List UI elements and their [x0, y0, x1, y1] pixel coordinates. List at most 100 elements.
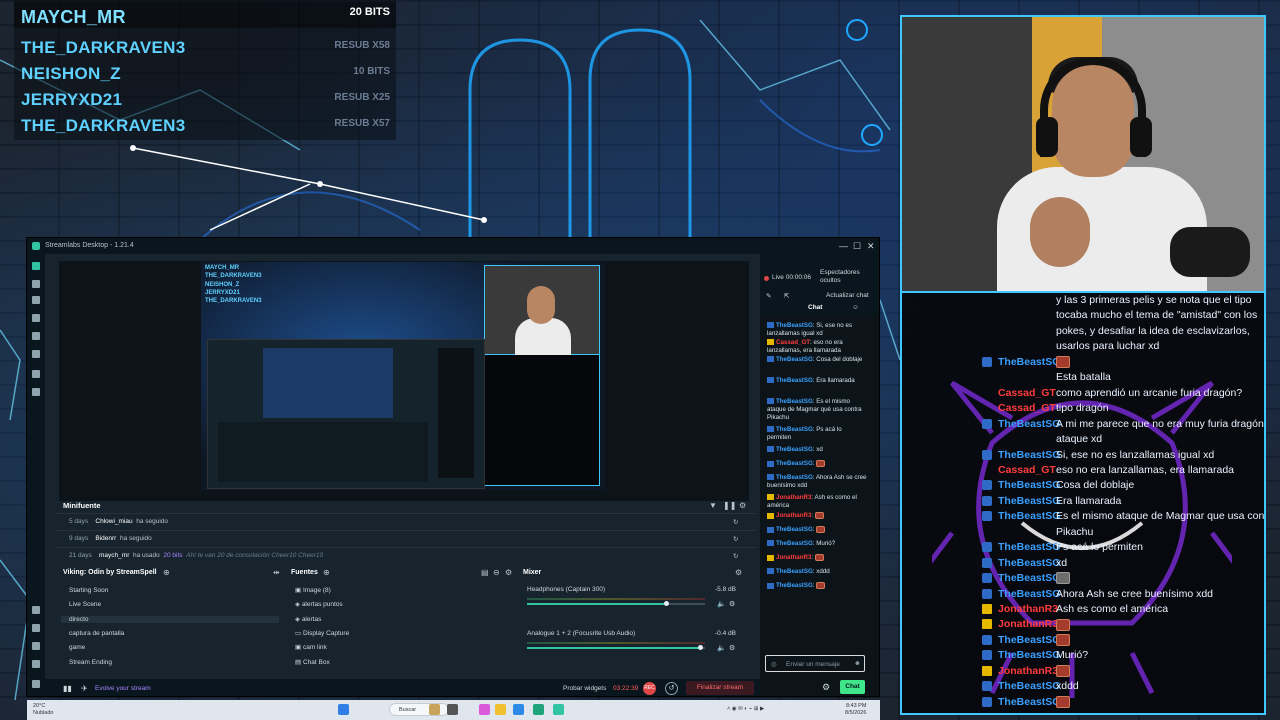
ultra-icon[interactable] [32, 606, 40, 614]
source-settings-icon[interactable]: ⚙ [505, 568, 512, 577]
chat-username[interactable]: JonathanR3 [776, 494, 811, 501]
close-icon[interactable]: ✕ [867, 241, 875, 252]
chat-username[interactable]: TheBeastSG [998, 540, 1060, 555]
chat-username[interactable]: TheBeastSG [998, 417, 1060, 432]
add-scene-icon[interactable]: ⊕ [163, 568, 170, 577]
chat-gear-icon[interactable]: ⚙ [822, 682, 830, 693]
source-item[interactable]: ▣ cam link [295, 643, 327, 651]
source-item[interactable]: ◈ alertas [295, 615, 321, 623]
speaker-icon[interactable]: 🔈 [717, 600, 726, 608]
chat-username[interactable]: TheBeastSG [776, 446, 813, 453]
emote-picker-icon[interactable]: ☻ [854, 660, 861, 667]
chat-username[interactable]: TheBeastSG [776, 398, 813, 405]
edge-icon[interactable] [533, 704, 544, 715]
scene-item[interactable]: Starting Soon [61, 587, 279, 594]
chat-username[interactable]: TheBeastSG [776, 582, 813, 589]
weather-widget[interactable]: 20°C Nublado [33, 703, 54, 716]
chat-username[interactable]: JonathanR3 [998, 617, 1058, 632]
tools-icon[interactable] [32, 314, 40, 322]
chat-username[interactable]: JonathanR3 [998, 602, 1058, 617]
refresh-chat-link[interactable]: Actualizar chat [826, 292, 869, 299]
chat-username[interactable]: TheBeastSG [776, 474, 813, 481]
file-explorer-icon[interactable] [495, 704, 506, 715]
widgets-icon[interactable] [429, 704, 440, 715]
help-icon[interactable] [32, 642, 40, 650]
scene-item[interactable]: Live Scene [61, 601, 279, 608]
chat-input[interactable]: ◎ Enviar un mensaje ☻ [765, 655, 865, 672]
chat-username[interactable]: TheBeastSG [998, 556, 1060, 571]
user-list-icon[interactable]: ☺ [852, 304, 859, 311]
chat-username[interactable]: TheBeastSG [998, 571, 1060, 586]
chat-username[interactable]: Cassad_GT [998, 401, 1056, 416]
add-source-icon[interactable]: ⊕ [323, 568, 330, 577]
repeat-alert-icon[interactable]: ↻ [733, 552, 738, 560]
apps-icon[interactable] [32, 624, 40, 632]
chat-username[interactable]: TheBeastSG [776, 526, 813, 533]
chat-username[interactable]: TheBeastSG [998, 633, 1060, 648]
stream-preview[interactable]: MAYCH_MR THE_DARKRAVEN3 NEISHON_Z JERRYX… [59, 261, 749, 501]
scene-item[interactable]: captura de pantalla [61, 630, 279, 637]
source-item[interactable]: ◈ alertas puntos [295, 600, 343, 608]
taskbar-search[interactable]: Buscar [389, 703, 449, 716]
start-menu-icon[interactable] [338, 704, 349, 715]
task-view-icon[interactable] [447, 704, 458, 715]
scene-item[interactable]: directo [61, 615, 279, 623]
repeat-alert-icon[interactable]: ↻ [733, 518, 738, 526]
chat-username[interactable]: TheBeastSG [776, 460, 813, 467]
scene-collection-title[interactable]: Viking: Odin by StreamSpell [63, 569, 157, 576]
volume-knob[interactable] [663, 601, 669, 606]
source-item[interactable]: ▤ Chat Box [295, 658, 330, 666]
chat-username[interactable]: TheBeastSG [776, 322, 813, 329]
chat-username[interactable]: TheBeastSG [998, 679, 1060, 694]
chat-username[interactable]: Cassad_GT [776, 339, 810, 346]
scene-item[interactable]: Stream Ending [61, 659, 279, 666]
scene-collection-icon[interactable]: ⇹ [273, 568, 280, 577]
taskbar-clock[interactable]: 8:43 PM 8/5/2026 [845, 703, 866, 716]
settings-icon[interactable]: ⚙ [739, 501, 746, 510]
dashboard-icon[interactable] [32, 350, 40, 358]
studio-icon[interactable] [32, 296, 40, 304]
chat-username[interactable]: TheBeastSG [998, 494, 1060, 509]
pencil-icon[interactable]: ✎ [766, 292, 771, 300]
settings-icon[interactable] [32, 388, 40, 396]
system-tray-icons[interactable]: ˄ ◉ ✉ ◐ ⌁ ⊞ ▶ [727, 706, 764, 712]
editor-icon[interactable] [32, 262, 40, 270]
repeat-alert-icon[interactable]: ↻ [733, 535, 738, 543]
record-button[interactable]: REC [643, 682, 656, 695]
store-icon[interactable] [32, 332, 40, 340]
filter-icon[interactable]: ▼ [709, 501, 717, 510]
chat-username[interactable]: TheBeastSG [998, 448, 1060, 463]
chat-username[interactable]: TheBeastSG [776, 568, 813, 575]
maximize-icon[interactable]: ☐ [853, 241, 861, 252]
chat-send-button[interactable]: Chat [840, 680, 865, 694]
streamlabs-taskbar-icon[interactable] [553, 704, 564, 715]
popout-icon[interactable]: ⇱ [784, 292, 789, 300]
folder-icon[interactable]: ▤ [481, 568, 489, 577]
channel-settings-icon[interactable]: ⚙ [729, 600, 735, 608]
performance-icon[interactable]: ▮▮ [63, 684, 72, 693]
chat-username[interactable]: Cassad_GT [998, 463, 1056, 478]
replay-buffer-icon[interactable]: ↺ [665, 682, 678, 695]
chat-username[interactable]: TheBeastSG [998, 478, 1060, 493]
minimize-icon[interactable]: — [839, 241, 848, 251]
chat-username[interactable]: TheBeastSG [776, 377, 813, 384]
volume-slider[interactable] [527, 645, 705, 650]
chat-username[interactable]: JonathanR3 [998, 664, 1058, 679]
chat-username[interactable]: TheBeastSG [998, 587, 1060, 602]
highlighter-icon[interactable] [32, 370, 40, 378]
chat-username[interactable]: TheBeastSG [998, 509, 1060, 524]
chat-tab[interactable]: Chat [808, 304, 822, 311]
volume-slider[interactable] [527, 601, 705, 606]
speaker-icon[interactable]: 🔈 [717, 644, 726, 652]
chat-settings-icon[interactable]: ◎ [771, 660, 777, 668]
mixer-settings-icon[interactable]: ⚙ [735, 568, 742, 577]
chat-username[interactable]: TheBeastSG [998, 648, 1060, 663]
chat-username[interactable]: TheBeastSG [776, 540, 813, 547]
chat-username[interactable]: Cassad_GT [998, 386, 1056, 401]
mail-icon[interactable] [513, 704, 524, 715]
channel-settings-icon[interactable]: ⚙ [729, 644, 735, 652]
pause-icon[interactable]: ❚❚ [723, 501, 736, 510]
source-item[interactable]: ▣ Image (8) [295, 586, 331, 594]
chat-username[interactable]: TheBeastSG [776, 356, 813, 363]
chat-username[interactable]: TheBeastSG [776, 426, 813, 433]
